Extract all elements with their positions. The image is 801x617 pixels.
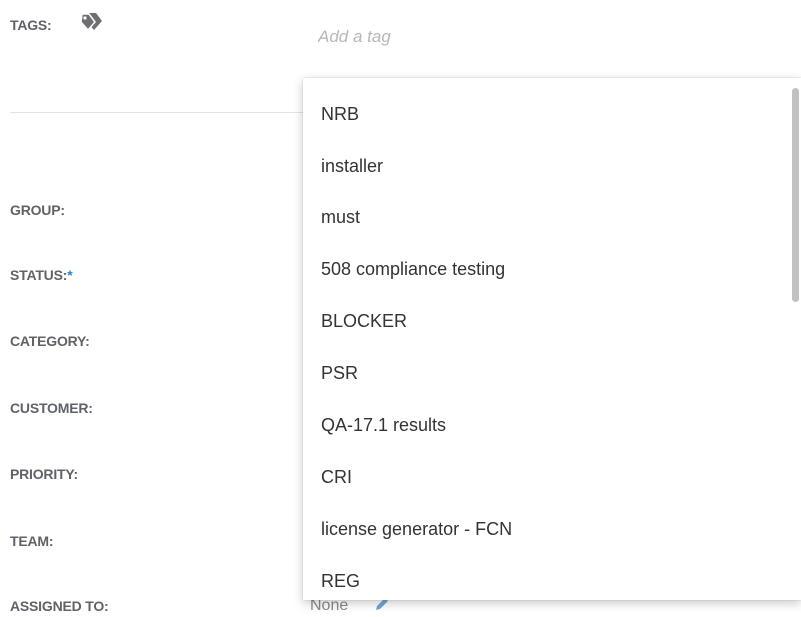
status-label-text: STATUS: <box>10 267 68 283</box>
tag-option[interactable]: installer <box>321 156 383 177</box>
tag-option[interactable]: BLOCKER <box>321 311 407 332</box>
tag-input[interactable] <box>318 24 718 50</box>
tag-option[interactable]: 508 compliance testing <box>321 259 505 280</box>
required-marker: * <box>67 267 73 283</box>
tags-label: TAGS: <box>10 17 52 33</box>
team-label: TEAM: <box>10 533 54 549</box>
tag-suggestions-dropdown[interactable]: NRB installer must 508 compliance testin… <box>303 78 801 600</box>
customer-label: CUSTOMER: <box>10 400 93 416</box>
status-label: STATUS:* <box>10 267 73 283</box>
divider <box>10 112 310 113</box>
assigned-to-label: ASSIGNED TO: <box>10 598 109 614</box>
category-label: CATEGORY: <box>10 333 90 349</box>
tag-option[interactable]: CRI <box>321 467 352 488</box>
dropdown-scrollbar[interactable] <box>792 88 799 302</box>
tag-option[interactable]: PSR <box>321 363 358 384</box>
tag-option[interactable]: license generator - FCN <box>321 519 512 540</box>
tags-icon <box>80 11 104 33</box>
tag-option[interactable]: QA-17.1 results <box>321 415 446 436</box>
priority-label: PRIORITY: <box>10 466 78 482</box>
tag-option[interactable]: REG <box>321 571 360 592</box>
tag-option[interactable]: NRB <box>321 104 359 125</box>
tag-option[interactable]: must <box>321 207 360 228</box>
group-label: GROUP: <box>10 202 65 218</box>
